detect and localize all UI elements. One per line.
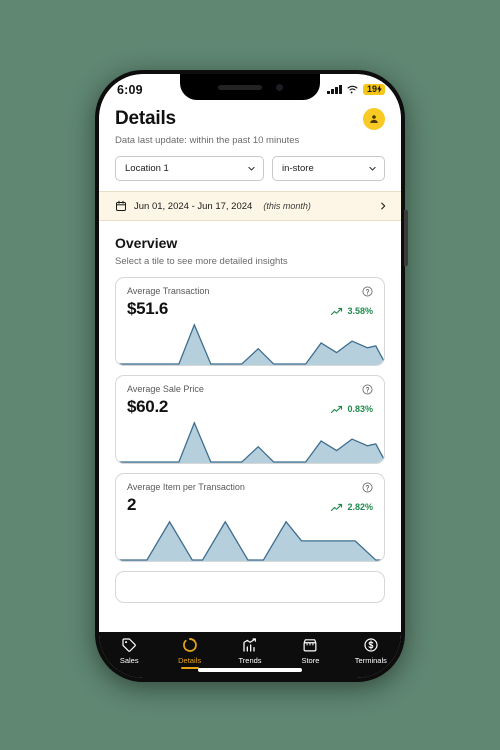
wifi-icon xyxy=(347,85,358,94)
chevron-down-icon xyxy=(248,166,255,171)
phone-screen: 6:09 19 Details Data last update: within… xyxy=(99,74,401,678)
metric-card-delta-value: 0.83% xyxy=(347,404,373,414)
last-update-text: Data last update: within the past 10 min… xyxy=(115,135,300,146)
trend-up-icon xyxy=(331,307,343,315)
front-camera xyxy=(275,83,283,91)
user-avatar-icon xyxy=(370,115,378,123)
tab-terminals[interactable]: Terminals xyxy=(341,637,401,665)
cellular-bars-icon xyxy=(327,84,342,94)
help-circle-icon[interactable] xyxy=(362,286,373,297)
metric-card-label: Average Item per Transaction xyxy=(127,482,245,492)
metric-card-delta: 0.83% xyxy=(331,404,373,417)
calendar-icon xyxy=(116,200,126,211)
device-notch xyxy=(180,74,320,100)
battery-indicator: 19 xyxy=(362,83,385,95)
location-select[interactable]: Location 1 xyxy=(115,156,265,181)
donut-chart-icon xyxy=(182,638,197,652)
metric-card-value: 2 xyxy=(127,495,137,514)
trend-up-icon xyxy=(331,405,343,413)
metric-card-delta-value: 3.58% xyxy=(347,306,373,316)
tab-label: Details xyxy=(178,656,202,665)
date-range-scope: (this month) xyxy=(263,201,311,211)
metric-card-next[interactable] xyxy=(115,571,385,603)
help-circle-icon[interactable] xyxy=(362,482,373,493)
app-header: Details Data last update: within the pas… xyxy=(99,104,401,156)
tab-label: Trends xyxy=(238,656,262,665)
metric-card-value: $51.6 xyxy=(127,299,169,318)
metric-card-value: $60.2 xyxy=(127,397,169,416)
help-circle-icon[interactable] xyxy=(362,384,373,395)
tab-label: Terminals xyxy=(354,656,387,665)
phone-bezel: 6:09 19 Details Data last update: within… xyxy=(99,74,401,678)
metric-card-label: Average Sale Price xyxy=(127,384,204,394)
avatar[interactable] xyxy=(363,108,385,130)
dollar-circle-icon xyxy=(364,638,378,652)
page-title: Details xyxy=(115,108,176,129)
tab-sales[interactable]: Sales xyxy=(99,637,159,665)
storefront-icon xyxy=(303,639,317,652)
metric-card-delta-value: 2.82% xyxy=(347,502,373,512)
channel-select[interactable]: in-store xyxy=(272,156,385,181)
title-row: Details xyxy=(115,108,385,130)
channel-select-value: in-store xyxy=(282,163,314,174)
metric-card-average-sale-price[interactable]: Average Sale Price $60.2 0.83% xyxy=(115,375,385,464)
filter-row: Location 1 in-store xyxy=(99,156,401,191)
chevron-down-icon xyxy=(369,166,376,171)
status-time: 6:09 xyxy=(117,83,143,97)
tab-label: Sales xyxy=(119,656,139,665)
tab-label: Store xyxy=(301,656,320,665)
chevron-right-icon xyxy=(381,202,386,210)
date-range-bar[interactable]: Jun 01, 2024 - Jun 17, 2024 (this month) xyxy=(99,191,401,221)
power-button[interactable] xyxy=(404,210,408,266)
metric-card-average-item-per-transaction[interactable]: Average Item per Transaction 2 2.82% xyxy=(115,473,385,562)
tag-icon xyxy=(122,638,137,652)
charging-bolt-icon xyxy=(377,85,382,93)
metric-card-label: Average Transaction xyxy=(127,286,210,296)
tab-store[interactable]: Store xyxy=(280,637,340,665)
bar-chart-icon xyxy=(243,638,256,652)
overview-subtitle: Select a tile to see more detailed insig… xyxy=(115,256,288,267)
phone-device-frame: 6:09 19 Details Data last update: within… xyxy=(95,70,405,682)
metric-card-average-transaction[interactable]: Average Transaction $51.6 3.58% xyxy=(115,277,385,366)
home-indicator[interactable] xyxy=(198,668,302,672)
metric-card-delta: 3.58% xyxy=(331,306,373,319)
location-select-value: Location 1 xyxy=(125,163,169,174)
battery-level: 19 xyxy=(366,83,377,94)
trend-up-icon xyxy=(331,503,343,511)
screenshot-stage: 6:09 19 Details Data last update: within… xyxy=(0,0,500,750)
sparkline-chart xyxy=(116,323,384,365)
sparkline-chart xyxy=(116,520,384,561)
sparkline-chart xyxy=(116,421,384,463)
tab-active-indicator xyxy=(180,667,199,669)
earpiece-speaker xyxy=(217,84,262,90)
metric-card-delta: 2.82% xyxy=(331,502,373,515)
tab-trends[interactable]: Trends xyxy=(220,637,280,665)
date-range-text: Jun 01, 2024 - Jun 17, 2024 xyxy=(134,200,253,212)
overview-title: Overview xyxy=(115,235,178,251)
status-indicators: 19 xyxy=(327,83,385,95)
overview-scroll-area[interactable]: Overview Select a tile to see more detai… xyxy=(99,221,401,632)
tab-details[interactable]: Details xyxy=(159,637,219,669)
